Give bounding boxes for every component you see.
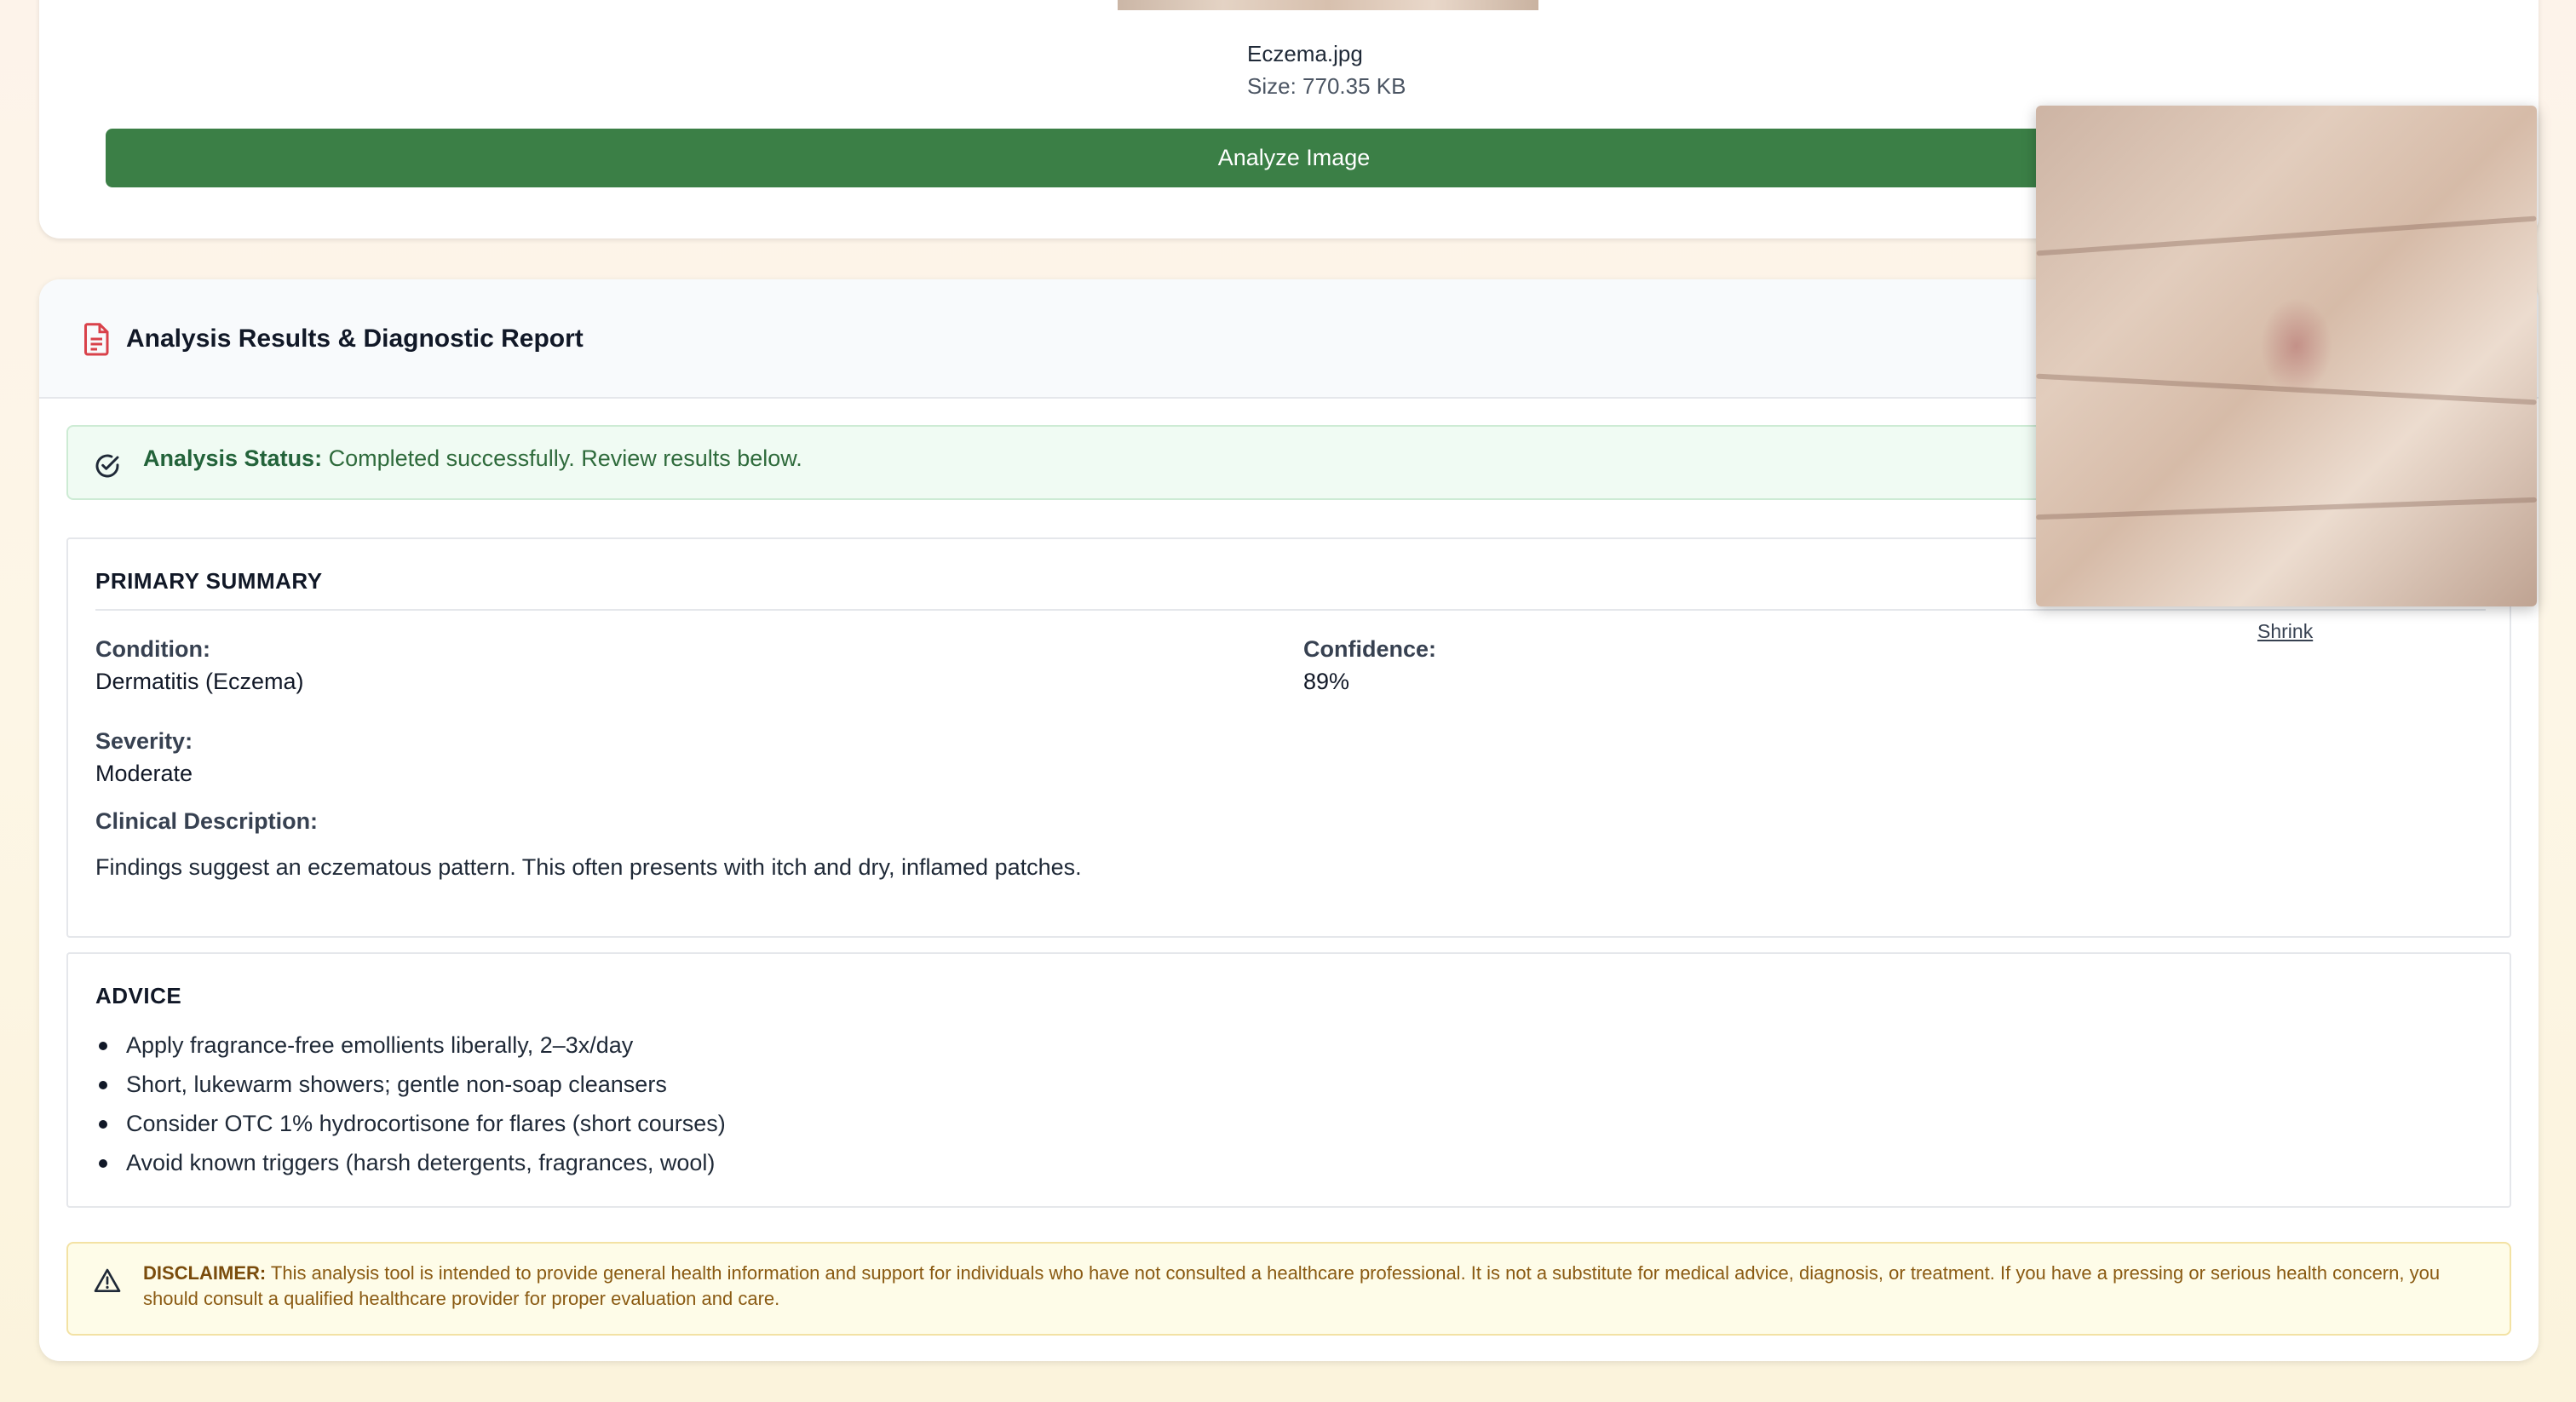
disclaimer-banner: DISCLAIMER: This analysis tool is intend… [66, 1242, 2511, 1336]
list-item: Avoid known triggers (harsh detergents, … [95, 1143, 726, 1182]
uploaded-image-thumbnail [1118, 0, 1538, 10]
disclaimer-label: DISCLAIMER: [143, 1262, 267, 1284]
shrink-link[interactable]: Shrink [2257, 620, 2313, 643]
skin-crease [2036, 373, 2537, 405]
advice-panel: ADVICE Apply fragrance-free emollients l… [66, 952, 2511, 1208]
disclaimer-message: This analysis tool is intended to provid… [143, 1262, 2441, 1309]
status-label: Analysis Status: [143, 445, 323, 471]
confidence-label: Confidence: [1303, 636, 1437, 662]
clinical-description-text: Findings suggest an eczematous pattern. … [95, 854, 1082, 880]
results-title: Analysis Results & Diagnostic Report [126, 325, 584, 353]
confidence-value: 89% [1303, 669, 1350, 694]
check-circle-icon [95, 454, 119, 478]
skin-crease [2036, 215, 2537, 256]
condition-label: Condition: [95, 636, 210, 662]
status-text: Analysis Status: Completed successfully.… [143, 445, 802, 472]
file-size: Size: 770.35 KB [1247, 73, 1406, 99]
disclaimer-text: DISCLAIMER: This analysis tool is intend… [143, 1261, 2486, 1312]
condition-value: Dermatitis (Eczema) [95, 669, 304, 694]
severity-value: Moderate [95, 761, 193, 786]
list-item: Short, lukewarm showers; gentle non-soap… [95, 1065, 726, 1104]
advice-title: ADVICE [95, 983, 182, 1008]
clinical-description-label: Clinical Description: [95, 808, 319, 834]
summary-title: PRIMARY SUMMARY [95, 568, 323, 594]
status-message: Completed successfully. Review results b… [322, 445, 802, 471]
zoomed-image-preview[interactable] [2036, 106, 2537, 606]
warning-triangle-icon [94, 1268, 121, 1292]
list-item: Apply fragrance-free emollients liberall… [95, 1026, 726, 1065]
file-name: Eczema.jpg [1247, 41, 1363, 66]
summary-divider [95, 609, 2486, 611]
document-icon [84, 323, 109, 356]
severity-label: Severity: [95, 728, 193, 754]
skin-crease [2036, 497, 2537, 520]
list-item: Consider OTC 1% hydrocortisone for flare… [95, 1104, 726, 1143]
advice-list: Apply fragrance-free emollients liberall… [95, 1026, 726, 1182]
